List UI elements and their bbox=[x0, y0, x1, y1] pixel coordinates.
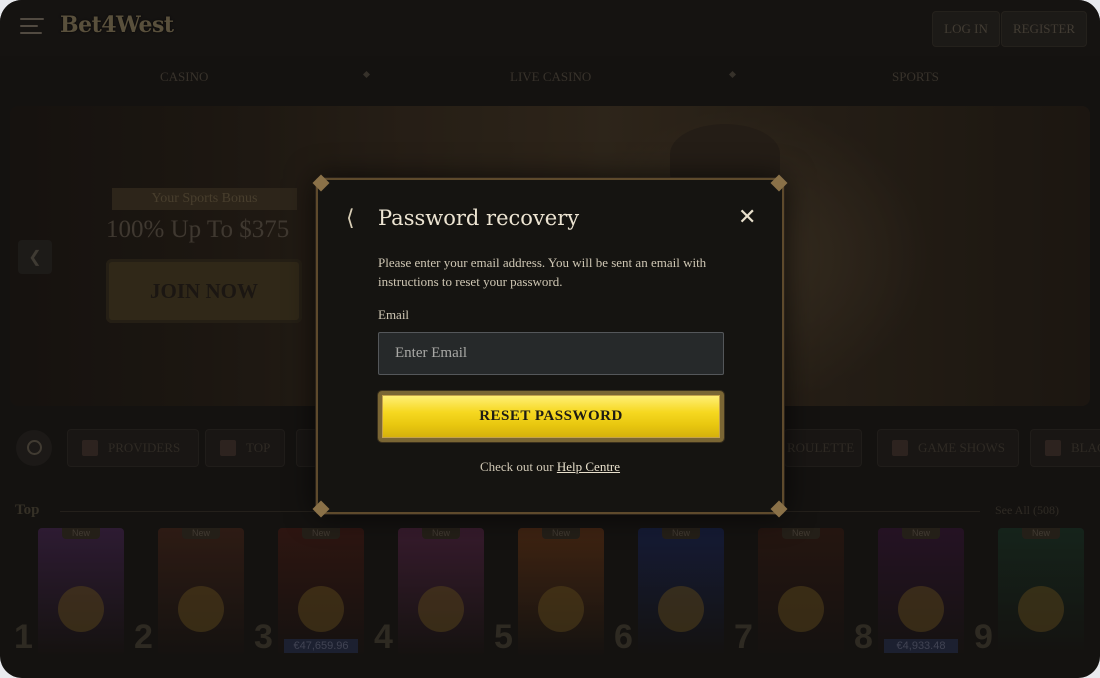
dialog-description: Please enter your email address. You wil… bbox=[378, 255, 707, 289]
close-icon[interactable]: ✕ bbox=[738, 207, 756, 229]
corner-ornament bbox=[770, 500, 788, 518]
app-frame: Bet4West LOG IN REGISTER CASINO LIVE CAS… bbox=[0, 0, 1100, 678]
reset-password-button[interactable]: RESET PASSWORD bbox=[378, 391, 724, 442]
help-text: Check out our Help Centre bbox=[479, 459, 621, 474]
corner-ornament bbox=[312, 174, 330, 192]
corner-ornament bbox=[770, 174, 788, 192]
password-recovery-dialog: ⟨ Password recovery ✕ Please enter your … bbox=[316, 178, 784, 514]
back-icon[interactable]: ⟨ bbox=[346, 208, 355, 230]
email-field[interactable] bbox=[378, 332, 724, 375]
email-label: Email bbox=[378, 307, 410, 322]
corner-ornament bbox=[312, 500, 330, 518]
help-centre-link[interactable]: Help Centre bbox=[557, 459, 620, 474]
dialog-title: Password recovery bbox=[378, 206, 580, 230]
